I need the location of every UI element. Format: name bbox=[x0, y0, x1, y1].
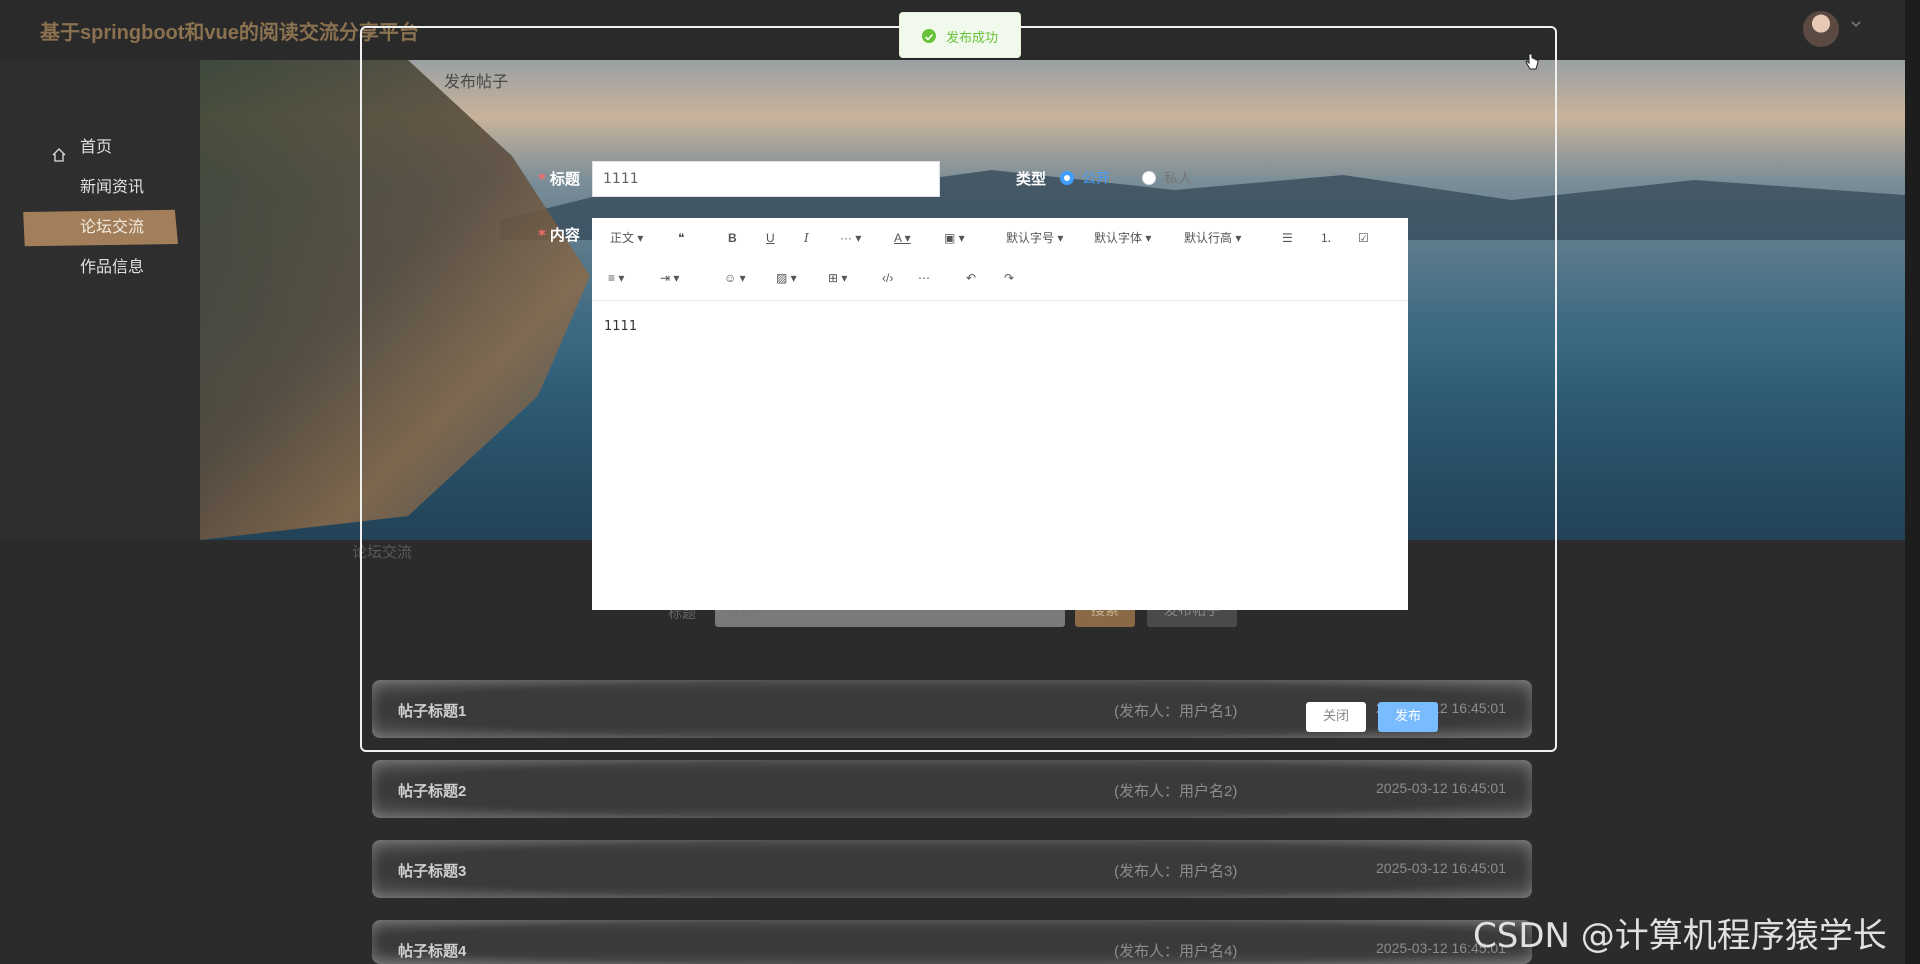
sidebar-item-label: 首页 bbox=[80, 139, 113, 156]
sidebar-item-label: 新闻资讯 bbox=[80, 179, 145, 196]
list-item[interactable]: 帖子标题2 (发布人：用户名2) 2025-03-12 16:45:01 bbox=[372, 760, 1532, 818]
post-date: 2025-03-12 16:45:01 bbox=[1376, 860, 1506, 876]
image-icon[interactable]: ▨ ▾ bbox=[776, 268, 797, 288]
code-icon[interactable]: ‹/› bbox=[882, 268, 893, 288]
radio-private[interactable] bbox=[1142, 171, 1156, 185]
italic-icon[interactable]: I bbox=[804, 228, 809, 248]
paragraph-dropdown[interactable]: 正文 ▾ bbox=[610, 228, 643, 248]
quote-icon[interactable]: ❝ bbox=[678, 228, 684, 248]
sidebar-item-label: 论坛交流 bbox=[80, 219, 145, 236]
rich-text-editor[interactable]: 正文 ▾ ❝ B U I ··· ▾ A ▾ ▣ ▾ 默认字号 ▾ 默认字体 ▾… bbox=[592, 218, 1408, 610]
editor-toolbar-row-1: 正文 ▾ ❝ B U I ··· ▾ A ▾ ▣ ▾ 默认字号 ▾ 默认字体 ▾… bbox=[592, 228, 1408, 266]
dialog-title: 发布帖子 bbox=[444, 72, 509, 91]
font-size-dropdown[interactable]: 默认字号 ▾ bbox=[1006, 228, 1063, 248]
post-author: (发布人：用户名2) bbox=[1114, 783, 1238, 800]
editor-content-area[interactable]: 1111 bbox=[592, 300, 1408, 611]
radio-private-label[interactable]: 私人 bbox=[1164, 168, 1192, 188]
hand-cursor-icon bbox=[1524, 52, 1540, 72]
radio-public-label[interactable]: 公开 bbox=[1082, 168, 1110, 188]
redo-icon[interactable]: ↷ bbox=[1004, 268, 1014, 288]
sidebar-item-works[interactable]: 作品信息 bbox=[20, 249, 178, 287]
divider-icon[interactable]: ⋯ bbox=[918, 268, 930, 288]
post-author: (发布人：用户名4) bbox=[1114, 943, 1238, 960]
post-date: 2025-03-12 16:45:01 bbox=[1376, 780, 1506, 796]
emoji-icon[interactable]: ☺ ▾ bbox=[724, 268, 746, 288]
sidebar-item-news[interactable]: 新闻资讯 bbox=[20, 169, 178, 207]
content-field-label: * 内容 bbox=[538, 226, 580, 244]
toast-message: 发布成功 bbox=[946, 31, 999, 46]
background-color-icon[interactable]: ▣ ▾ bbox=[944, 228, 965, 248]
todo-icon[interactable]: ☑ bbox=[1358, 228, 1369, 248]
scrollbar-track[interactable] bbox=[1905, 0, 1920, 964]
title-field-label: * 标题 bbox=[538, 170, 580, 188]
bold-icon[interactable]: B bbox=[728, 228, 737, 248]
more-style-icon[interactable]: ··· ▾ bbox=[840, 228, 861, 248]
close-button[interactable]: 关闭 bbox=[1306, 702, 1366, 732]
post-author: (发布人：用户名3) bbox=[1114, 863, 1238, 880]
radio-public[interactable] bbox=[1060, 171, 1074, 185]
sidebar-item-forum[interactable]: 论坛交流 bbox=[23, 209, 178, 247]
title-input[interactable]: 1111 bbox=[592, 161, 940, 197]
line-height-dropdown[interactable]: 默认行高 ▾ bbox=[1184, 228, 1241, 248]
post-title: 帖子标题3 bbox=[398, 863, 467, 880]
underline-icon[interactable]: U bbox=[766, 228, 775, 248]
list-item[interactable]: 帖子标题3 (发布人：用户名3) 2025-03-12 16:45:01 bbox=[372, 840, 1532, 898]
chevron-down-icon[interactable] bbox=[1850, 18, 1864, 32]
avatar[interactable] bbox=[1803, 11, 1839, 47]
post-title: 帖子标题4 bbox=[398, 943, 467, 960]
type-field-label: 类型 bbox=[1016, 170, 1047, 188]
post-title: 帖子标题2 bbox=[398, 783, 467, 800]
home-icon bbox=[51, 140, 67, 162]
bulleted-list-icon[interactable]: ☰ bbox=[1282, 228, 1293, 248]
indent-icon[interactable]: ⇥ ▾ bbox=[660, 268, 679, 288]
justify-icon[interactable]: ≡ ▾ bbox=[608, 268, 624, 288]
publish-button[interactable]: 发布 bbox=[1378, 702, 1438, 732]
list-item[interactable]: 帖子标题4 (发布人：用户名4) 2025-03-12 16:45:01 bbox=[372, 920, 1532, 964]
editor-text: 1111 bbox=[604, 319, 638, 334]
success-toast: 发布成功 bbox=[899, 12, 1021, 58]
sidebar-item-label: 作品信息 bbox=[80, 259, 145, 276]
undo-icon[interactable]: ↶ bbox=[966, 268, 976, 288]
watermark: CSDN @计算机程序猿学长 bbox=[1473, 916, 1887, 956]
sidebar-item-home[interactable]: 首页 bbox=[20, 129, 178, 167]
font-family-dropdown[interactable]: 默认字体 ▾ bbox=[1094, 228, 1151, 248]
font-color-icon[interactable]: A ▾ bbox=[894, 228, 911, 248]
numbered-list-icon[interactable]: ⒈ bbox=[1320, 228, 1332, 248]
sidebar: 首页 新闻资讯 论坛交流 作品信息 bbox=[0, 60, 200, 540]
check-circle-icon bbox=[922, 29, 936, 43]
table-icon[interactable]: ⊞ ▾ bbox=[828, 268, 847, 288]
